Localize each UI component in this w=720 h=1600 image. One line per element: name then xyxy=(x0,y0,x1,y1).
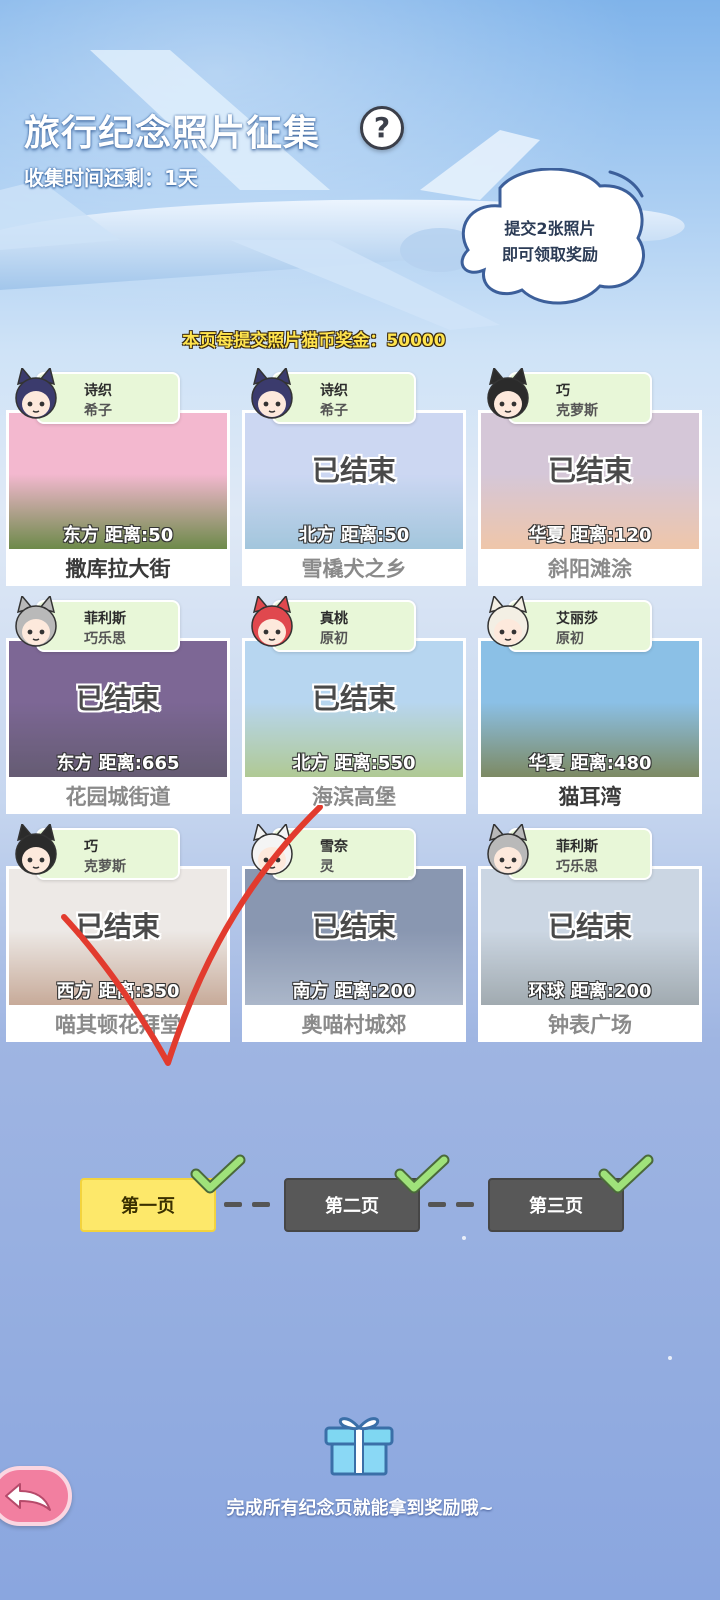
location-name: 喵其顿花拜堂 xyxy=(6,1008,230,1042)
character-subtitle: 克萝斯 xyxy=(84,859,126,875)
reward-info: 本页每提交照片猫币奖金：50000 xyxy=(182,331,446,351)
direction-distance: 东方 距离:665 xyxy=(56,753,180,774)
photo-card[interactable]: 已结束 北方 距离:550 海滨高堡 真桃 原初 xyxy=(242,596,466,814)
character-name: 诗织 xyxy=(320,383,348,399)
direction-distance: 西方 距离:350 xyxy=(56,981,180,1002)
hint-bubble-text: 提交2张照片 即可领取奖励 xyxy=(480,216,620,268)
card-photo: 东方 距离:50 xyxy=(6,410,230,552)
character-subtitle: 原初 xyxy=(320,631,348,647)
card-photo: 已结束东方 距离:665 xyxy=(6,638,230,780)
photo-card[interactable]: 华夏 距离:480 猫耳湾 艾丽莎原初 xyxy=(478,596,702,814)
pager-connector xyxy=(252,1202,270,1207)
sparkle xyxy=(668,1356,672,1360)
card-photo: 已结束南方 距离:200 xyxy=(242,866,466,1008)
character-name: 巧 xyxy=(84,839,98,855)
character-avatar-icon xyxy=(487,824,529,875)
completed-check-icon xyxy=(598,1154,654,1194)
ended-label: 已结束 xyxy=(75,682,160,715)
hint-line-2: 即可领取奖励 xyxy=(501,245,598,264)
direction-distance: 环球 距离:200 xyxy=(528,981,652,1002)
character-avatar-icon xyxy=(15,824,57,875)
photo-card[interactable]: 东方 距离:50 撒库拉大街 诗织希子 xyxy=(6,368,230,586)
character-name: 真桃 xyxy=(320,611,348,627)
character-name: 巧 xyxy=(556,383,570,399)
sparkle xyxy=(462,1236,466,1240)
hint-line-1: 提交2张照片 xyxy=(504,219,596,238)
character-name: 菲利斯 xyxy=(556,839,598,855)
card-photo: 已结束环球 距离:200 xyxy=(478,866,702,1008)
event-header: 旅行纪念照片征集 ? 收集时间还剩：1天 xyxy=(24,104,404,191)
back-arrow-icon xyxy=(5,1483,51,1511)
location-name: 猫耳湾 xyxy=(478,780,702,814)
photo-card[interactable]: 已结束 环球 距离:200 钟表广场 菲利斯 巧乐思 xyxy=(478,824,702,1042)
character-name: 菲利斯 xyxy=(84,611,126,627)
character-name: 诗织 xyxy=(84,383,112,399)
photo-card[interactable]: 已结束 南方 距离:200 奥喵村城郊 雪奈灵 xyxy=(242,824,466,1042)
ended-label: 已结束 xyxy=(311,910,396,943)
direction-distance: 北方 距离:50 xyxy=(298,525,410,546)
back-button[interactable] xyxy=(0,1466,72,1526)
direction-distance: 北方 距离:550 xyxy=(292,753,416,774)
page-selector: 第一页 第二页 第三页 xyxy=(80,1154,660,1240)
location-name: 雪橇犬之乡 xyxy=(242,552,466,586)
time-remaining: 收集时间还剩：1天 xyxy=(24,166,198,190)
photo-card[interactable]: 已结束 华夏 距离:120 斜阳滩涂巧克萝斯 xyxy=(478,368,702,586)
photo-card[interactable]: 已结束 北方 距离:50 雪橇犬之乡 诗织 希子 xyxy=(242,368,466,586)
ended-label: 已结束 xyxy=(75,910,160,943)
character-avatar-icon xyxy=(251,368,293,419)
pager-connector xyxy=(456,1202,474,1207)
pager-connector xyxy=(428,1202,446,1207)
character-subtitle: 原初 xyxy=(556,631,584,647)
character-avatar-icon xyxy=(487,368,529,419)
ended-label: 已结束 xyxy=(547,454,632,487)
ended-label: 已结束 xyxy=(547,910,632,943)
character-avatar-icon xyxy=(251,596,293,647)
character-subtitle: 希子 xyxy=(84,403,112,419)
pager-connector xyxy=(224,1202,242,1207)
location-name: 斜阳滩涂 xyxy=(478,552,702,586)
card-photo: 已结束北方 距离:50 xyxy=(242,410,466,552)
character-subtitle: 巧乐思 xyxy=(84,631,126,647)
location-name: 撒库拉大街 xyxy=(6,552,230,586)
ended-label: 已结束 xyxy=(311,682,396,715)
location-name: 花园城街道 xyxy=(6,780,230,814)
help-button[interactable]: ? xyxy=(360,106,404,150)
card-photo: 华夏 距离:480 xyxy=(478,638,702,780)
character-avatar-icon xyxy=(15,596,57,647)
location-name: 奥喵村城郊 xyxy=(242,1008,466,1042)
location-name: 钟表广场 xyxy=(478,1008,702,1042)
direction-distance: 东方 距离:50 xyxy=(62,525,174,546)
photo-card[interactable]: 已结束 东方 距离:665 花园城街道 菲利斯 巧乐思 xyxy=(6,596,230,814)
character-subtitle: 希子 xyxy=(320,403,348,419)
character-avatar-icon xyxy=(487,596,529,647)
direction-distance: 华夏 距离:120 xyxy=(528,525,652,546)
card-photo: 已结束华夏 距离:120 xyxy=(478,410,702,552)
character-name: 雪奈 xyxy=(320,839,348,855)
character-avatar-icon xyxy=(15,368,57,419)
ended-label: 已结束 xyxy=(311,454,396,487)
photo-card[interactable]: 已结束 西方 距离:350 喵其顿花拜堂巧克萝斯 xyxy=(6,824,230,1042)
gift-icon[interactable] xyxy=(322,1402,396,1478)
footer-reward-note: 完成所有纪念页就能拿到奖励哦~ xyxy=(226,1498,494,1519)
character-subtitle: 灵 xyxy=(320,859,334,875)
character-name: 艾丽莎 xyxy=(556,611,598,627)
direction-distance: 华夏 距离:480 xyxy=(528,753,652,774)
completed-check-icon xyxy=(394,1154,450,1194)
character-subtitle: 巧乐思 xyxy=(556,859,598,875)
location-name: 海滨高堡 xyxy=(242,780,466,814)
character-subtitle: 克萝斯 xyxy=(556,403,598,419)
direction-distance: 南方 距离:200 xyxy=(292,981,416,1002)
card-photo: 已结束北方 距离:550 xyxy=(242,638,466,780)
completed-check-icon xyxy=(190,1154,246,1194)
page-title: 旅行纪念照片征集 xyxy=(24,113,321,154)
sparkle xyxy=(408,876,412,880)
card-photo: 已结束西方 距离:350 xyxy=(6,866,230,1008)
character-avatar-icon xyxy=(251,824,293,875)
